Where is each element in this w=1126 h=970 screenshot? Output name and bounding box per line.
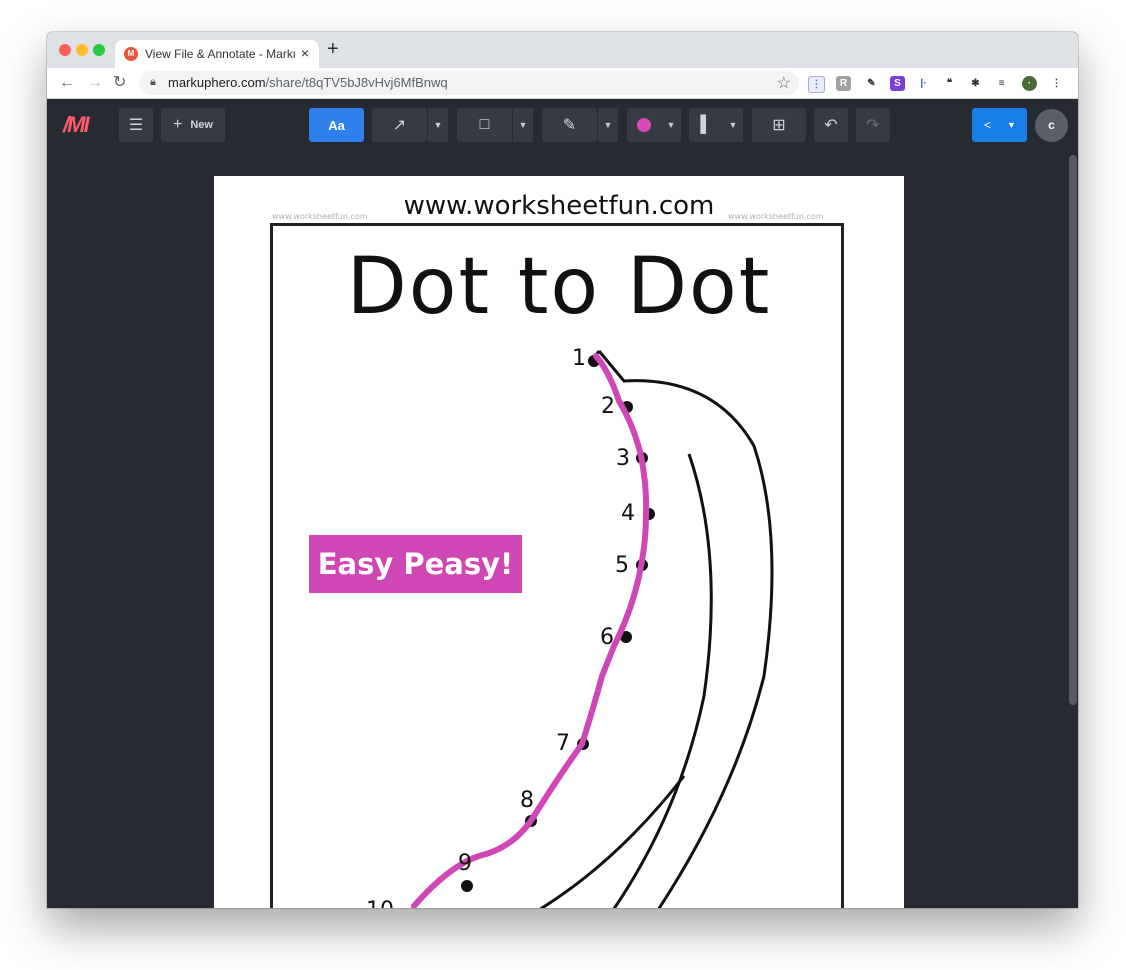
browser-toolbar: ← → ↻ 🔒︎ markuphero.com/share/t8qTV5bJ8v…: [47, 68, 1078, 99]
puzzle-extensions-icon[interactable]: ✱: [968, 76, 983, 91]
dot-label-7: 7: [556, 731, 570, 756]
color-picker-button[interactable]: [627, 108, 661, 142]
minimize-window-button[interactable]: [76, 44, 88, 56]
eyedropper-extension-icon[interactable]: ✎: [864, 76, 879, 91]
dot-label-6: 6: [600, 625, 614, 650]
pen-tool-dropdown-icon[interactable]: ▼: [598, 108, 618, 142]
stroke-width-dropdown-icon[interactable]: ▼: [723, 108, 743, 142]
dot-label-9: 9: [458, 851, 472, 876]
rectangle-tool-icon[interactable]: □: [457, 108, 512, 142]
new-tab-button[interactable]: +: [327, 39, 339, 59]
new-button[interactable]: + New: [161, 108, 225, 142]
worksheet-image: www.worksheetfun.com www.worksheetfun.co…: [214, 176, 904, 908]
media-control-icon[interactable]: ≡: [994, 76, 1009, 91]
extension-bars-icon[interactable]: |·: [916, 76, 931, 91]
canvas-scrollbar[interactable]: [1069, 155, 1077, 705]
quote-extension-icon[interactable]: ❝: [942, 76, 957, 91]
arrow-tool-icon[interactable]: ↗: [372, 108, 427, 142]
easy-peasy-annotation[interactable]: Easy Peasy!: [309, 535, 522, 593]
rectangle-tool-dropdown-icon[interactable]: ▼: [513, 108, 533, 142]
tab-close-icon[interactable]: ×: [301, 45, 309, 61]
undo-icon[interactable]: ↶: [814, 108, 848, 142]
text-tool-button[interactable]: Aa: [309, 108, 364, 142]
dot-label-4: 4: [621, 501, 635, 526]
color-swatch-icon: [637, 118, 651, 132]
share-dropdown-icon: ▼: [1007, 120, 1016, 130]
url-text: markuphero.com/share/t8qTV5bJ8vHvj6MfBnw…: [168, 75, 448, 90]
extension-2-icon[interactable]: R: [836, 76, 851, 91]
extension-s-icon[interactable]: S: [890, 76, 905, 91]
menu-hamburger-icon[interactable]: ☰: [119, 108, 153, 142]
active-tab[interactable]: M View File & Annotate - Markup ×: [115, 40, 319, 68]
plus-icon: +: [173, 116, 183, 133]
back-arrow-icon[interactable]: ←: [59, 73, 75, 93]
browser-window: M View File & Annotate - Markup × + ← → …: [47, 32, 1078, 908]
close-window-button[interactable]: [59, 44, 71, 56]
tab-title: View File & Annotate - Markup: [145, 47, 295, 61]
annotation-canvas[interactable]: www.worksheetfun.com www.worksheetfun.co…: [47, 151, 1078, 908]
profile-avatar-icon[interactable]: ·: [1022, 76, 1037, 91]
dot-label-10: 10: [366, 898, 394, 908]
user-avatar[interactable]: c: [1035, 109, 1068, 142]
arrow-tool-dropdown-icon[interactable]: ▼: [428, 108, 448, 142]
dot-label-5: 5: [615, 553, 629, 578]
bookmark-star-icon[interactable]: ☆: [777, 73, 791, 93]
tab-strip: M View File & Annotate - Markup × +: [47, 32, 1078, 68]
markuphero-favicon-icon: M: [124, 47, 138, 61]
color-dropdown-icon[interactable]: ▼: [661, 108, 681, 142]
pen-tool-icon[interactable]: ✎: [542, 108, 597, 142]
redo-icon[interactable]: ↷: [856, 108, 890, 142]
markuphero-logo[interactable]: /MI: [63, 112, 90, 138]
forward-arrow-icon[interactable]: →: [87, 73, 103, 93]
insert-image-icon[interactable]: ⊞: [752, 108, 806, 142]
dot-label-3: 3: [616, 446, 630, 471]
dot-label-1: 1: [572, 346, 586, 371]
address-bar[interactable]: 🔒︎ markuphero.com/share/t8qTV5bJ8vHvj6Mf…: [139, 71, 799, 95]
dot-label-2: 2: [601, 394, 615, 419]
dot-label-8: 8: [520, 788, 534, 813]
stroke-width-icon[interactable]: ▌: [689, 108, 723, 142]
extension-1-icon[interactable]: ⋮: [808, 76, 825, 93]
share-button[interactable]: < ▼: [972, 108, 1027, 142]
browser-menu-icon[interactable]: ⋮: [1049, 76, 1064, 91]
lock-icon: 🔒︎: [150, 76, 156, 88]
share-icon: <: [984, 118, 992, 132]
reload-icon[interactable]: ↻: [113, 73, 126, 93]
app-toolbar: /MI ☰ + New Aa ↗ ▼ □ ▼ ✎ ▼ ▼ ▌ ▼ ⊞ ↶ ↷ < …: [47, 99, 1078, 151]
maximize-window-button[interactable]: [93, 44, 105, 56]
